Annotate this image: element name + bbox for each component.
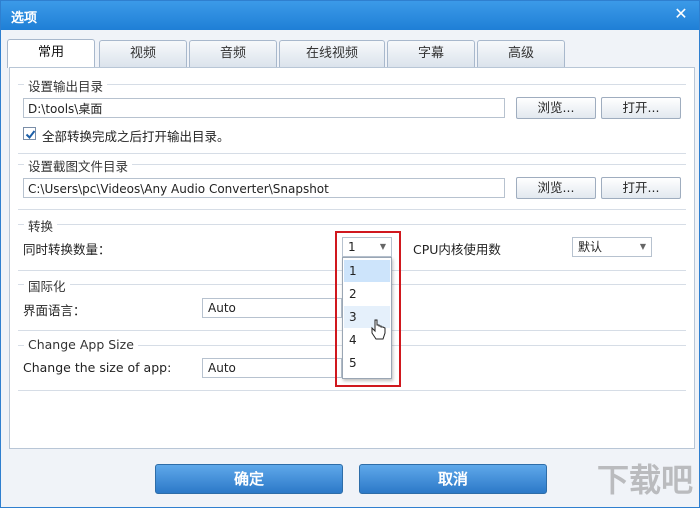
tab-video[interactable]: 视频	[99, 40, 187, 67]
divider	[18, 153, 686, 154]
tab-advanced[interactable]: 高级	[477, 40, 565, 67]
divider	[18, 390, 686, 391]
app-size-title: Change App Size	[24, 337, 138, 352]
language-label: 界面语言：	[23, 303, 86, 318]
title-bar: 选项 ✕	[1, 1, 699, 30]
i18n-title: 国际化	[24, 276, 70, 295]
window-title: 选项	[11, 11, 38, 26]
snapshot-dir-title: 设置截图文件目录	[24, 156, 133, 175]
snapshot-browse-button[interactable]: 浏览...	[516, 177, 596, 199]
app-size-label: Change the size of app:	[23, 360, 172, 375]
snapshot-dir-field[interactable]: C:\Users\pc\Videos\Any Audio Converter\S…	[23, 178, 505, 198]
chevron-down-icon: ▼	[639, 242, 646, 251]
options-dialog: 选项 ✕ 常用 视频 音频 在线视频 字幕 高级 设置输出目录 D:\tools…	[0, 0, 700, 508]
language-select[interactable]: Auto	[202, 298, 342, 318]
convert-title: 转换	[24, 216, 58, 235]
output-dir-title: 设置输出目录	[24, 76, 108, 95]
mouse-cursor-icon	[371, 319, 386, 340]
divider	[18, 209, 686, 210]
divider	[18, 224, 686, 225]
cpu-cores-label: CPU内核使用数	[413, 242, 501, 257]
divider	[18, 84, 686, 85]
tab-online-video[interactable]: 在线视频	[279, 40, 385, 67]
site-watermark: 下载吧	[596, 461, 693, 499]
tab-subtitles[interactable]: 字幕	[387, 40, 475, 67]
simul-convert-label: 同时转换数量：	[23, 242, 111, 257]
highlight-box	[335, 231, 401, 387]
checkmark-icon	[25, 130, 36, 140]
tab-audio[interactable]: 音频	[189, 40, 277, 67]
cpu-cores-value: 默认	[578, 240, 603, 254]
open-output-label: 全部转换完成之后打开输出目录。	[42, 129, 230, 144]
cpu-cores-select[interactable]: 默认 ▼	[572, 237, 652, 257]
language-value: Auto	[208, 301, 236, 315]
app-size-select[interactable]: Auto	[202, 358, 342, 378]
snapshot-open-button[interactable]: 打开...	[601, 177, 681, 199]
output-browse-button[interactable]: 浏览...	[516, 97, 596, 119]
cancel-button[interactable]: 取消	[359, 464, 547, 494]
close-icon[interactable]: ✕	[671, 4, 691, 24]
app-size-value: Auto	[208, 361, 236, 375]
open-output-checkbox[interactable]	[23, 127, 36, 140]
tab-general[interactable]: 常用	[7, 39, 95, 68]
output-dir-field[interactable]: D:\tools\桌面	[23, 98, 505, 118]
ok-button[interactable]: 确定	[155, 464, 343, 494]
output-open-button[interactable]: 打开...	[601, 97, 681, 119]
